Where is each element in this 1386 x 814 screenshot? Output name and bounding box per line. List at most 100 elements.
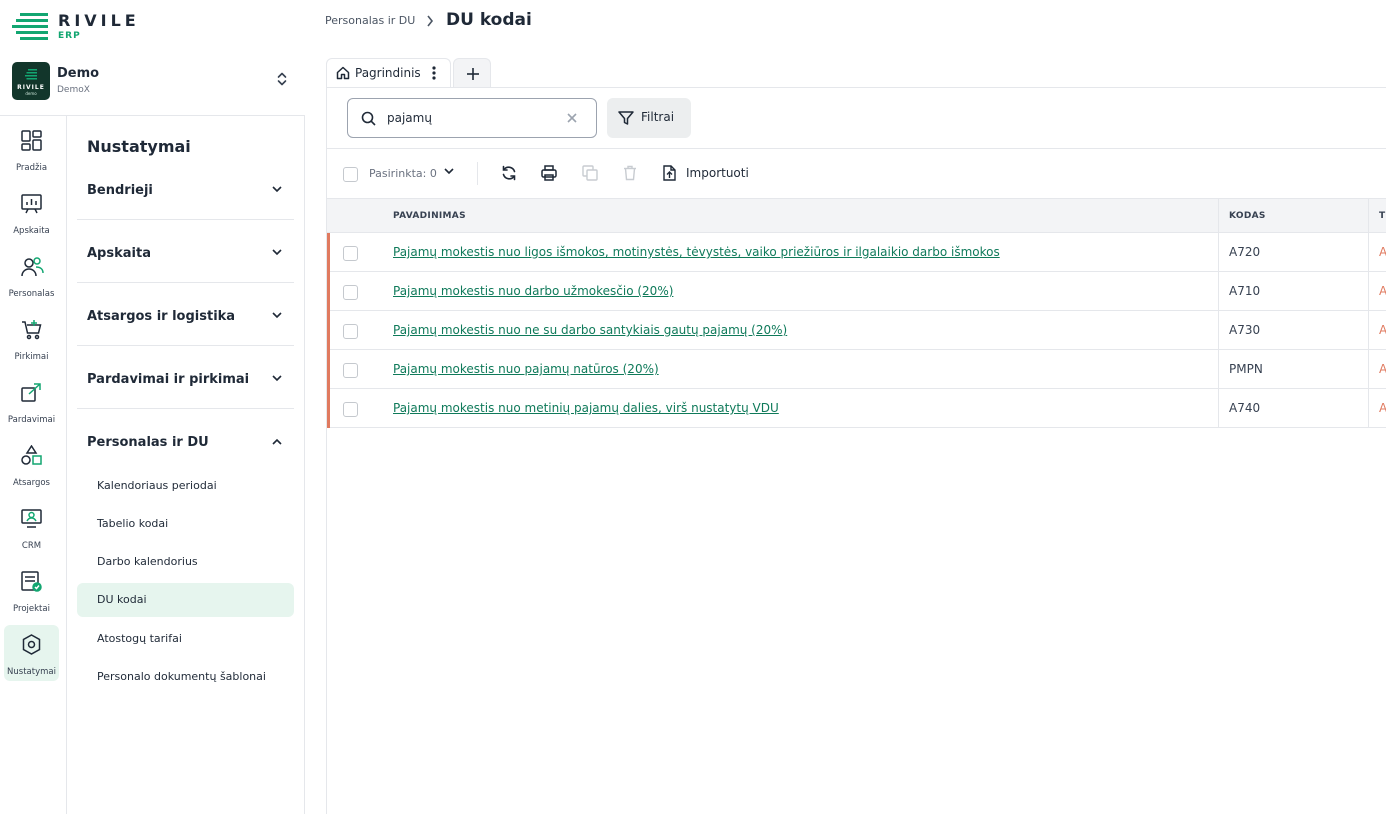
row-checkbox[interactable] xyxy=(343,324,358,339)
row-checkbox[interactable] xyxy=(343,285,358,300)
subitem-personalo-dokumentu-sablonai[interactable]: Personalo dokumentų šablonai xyxy=(77,660,294,694)
rail-item-personalas[interactable]: Personalas xyxy=(4,247,59,303)
row-extra: A xyxy=(1379,323,1386,337)
more-vertical-icon[interactable] xyxy=(432,66,436,80)
import-file-icon[interactable] xyxy=(662,165,677,181)
table-row[interactable]: Pajamų mokestis nuo ligos išmokos, motin… xyxy=(327,233,1386,272)
column-header-kodas[interactable]: KODAS xyxy=(1229,211,1266,221)
table-header: PAVADINIMAS KODAS TI xyxy=(327,198,1386,234)
rivile-logo-icon xyxy=(12,13,48,40)
section-atsargos-ir-logistika[interactable]: Atsargos ir logistika xyxy=(77,283,294,346)
column-divider xyxy=(1218,199,1219,234)
chevron-up-down-icon[interactable] xyxy=(274,71,290,87)
column-header-ti[interactable]: TI xyxy=(1379,211,1386,221)
row-checkbox[interactable] xyxy=(343,363,358,378)
chevron-down-icon xyxy=(272,186,282,193)
subitem-label: Darbo kalendorius xyxy=(97,555,198,568)
column-divider xyxy=(1368,272,1369,311)
search-input[interactable] xyxy=(387,108,557,128)
avatar-text: RIVILE xyxy=(17,84,45,91)
column-divider xyxy=(1218,389,1219,428)
main-content: Filtrai Pasirinkta: 0 Importuoti PAVADIN… xyxy=(326,87,1386,814)
rail-label: Pradžia xyxy=(15,163,48,173)
rail-item-projektai[interactable]: Projektai xyxy=(4,562,59,618)
rail-item-pirkimai[interactable]: Pirkimai xyxy=(4,310,59,366)
select-all-checkbox[interactable] xyxy=(343,167,358,182)
column-divider xyxy=(1368,199,1369,234)
plus-icon xyxy=(467,68,479,80)
row-name-link[interactable]: Pajamų mokestis nuo darbo užmokesčio (20… xyxy=(393,284,673,298)
clear-search-icon[interactable] xyxy=(566,112,578,124)
row-code: A730 xyxy=(1229,323,1261,337)
add-tab-button[interactable] xyxy=(453,58,491,88)
section-apskaita[interactable]: Apskaita xyxy=(77,220,294,283)
subitem-darbo-kalendorius[interactable]: Darbo kalendorius xyxy=(77,545,294,579)
brand-name: RIVILE xyxy=(58,11,140,30)
import-button[interactable]: Importuoti xyxy=(686,166,749,180)
subitem-du-kodai[interactable]: DU kodai xyxy=(77,583,294,617)
rail-item-nustatymai[interactable]: Nustatymai xyxy=(4,625,59,681)
rail-item-atsargos[interactable]: Atsargos xyxy=(4,436,59,492)
column-divider xyxy=(1368,311,1369,350)
table-row[interactable]: Pajamų mokestis nuo darbo užmokesčio (20… xyxy=(327,272,1386,311)
chart-board-icon xyxy=(21,194,42,214)
print-icon[interactable] xyxy=(541,165,557,181)
row-code: A720 xyxy=(1229,245,1261,259)
rail-item-pradzia[interactable]: Pradžia xyxy=(4,121,59,177)
rail-label: Pardavimai xyxy=(7,415,56,425)
table-row[interactable]: Pajamų mokestis nuo metinių pajamų dalie… xyxy=(327,389,1386,428)
subitem-atostogu-tarifai[interactable]: Atostogų tarifai xyxy=(77,622,294,656)
chevron-up-icon xyxy=(272,438,282,445)
people-icon xyxy=(21,257,44,277)
delete-icon[interactable] xyxy=(622,165,638,181)
row-extra: A xyxy=(1379,362,1386,376)
column-divider xyxy=(1368,389,1369,428)
workspace-switcher[interactable]: RIVILE demo Demo DemoX xyxy=(0,55,305,116)
row-code: A710 xyxy=(1229,284,1261,298)
subitem-kalendoriaus-periodai[interactable]: Kalendoriaus periodai xyxy=(77,469,294,503)
row-checkbox[interactable] xyxy=(343,246,358,261)
cart-icon xyxy=(22,320,42,340)
table-row[interactable]: Pajamų mokestis nuo ne su darbo santykia… xyxy=(327,311,1386,350)
section-label: Personalas ir DU xyxy=(87,435,209,450)
rail-item-pardavimai[interactable]: Pardavimai xyxy=(4,373,59,429)
tab-bar: Pagrindinis xyxy=(326,58,1386,88)
table-row[interactable]: Pajamų mokestis nuo pajamų natūros (20%)… xyxy=(327,350,1386,389)
module-rail: Pradžia Apskaita Personalas Pirkimai Par… xyxy=(0,116,67,814)
row-name-link[interactable]: Pajamų mokestis nuo metinių pajamų dalie… xyxy=(393,401,779,415)
row-name-link[interactable]: Pajamų mokestis nuo pajamų natūros (20%) xyxy=(393,362,659,376)
column-header-pavadinimas[interactable]: PAVADINIMAS xyxy=(393,211,466,221)
section-personalas-ir-du[interactable]: Personalas ir DU xyxy=(77,409,294,472)
row-status-accent xyxy=(327,233,330,272)
tab-pagrindinis[interactable]: Pagrindinis xyxy=(326,58,451,88)
column-divider xyxy=(1368,233,1369,272)
filters-button[interactable]: Filtrai xyxy=(607,98,691,138)
selected-count[interactable]: Pasirinkta: 0 xyxy=(369,167,437,180)
chevron-down-icon xyxy=(272,375,282,382)
refresh-icon[interactable] xyxy=(501,165,517,181)
row-name-link[interactable]: Pajamų mokestis nuo ne su darbo santykia… xyxy=(393,323,787,337)
subitem-tabelio-kodai[interactable]: Tabelio kodai xyxy=(77,507,294,541)
column-divider xyxy=(1368,350,1369,389)
column-divider xyxy=(1218,350,1219,389)
copy-icon[interactable] xyxy=(582,165,598,181)
sales-icon xyxy=(21,383,41,402)
shapes-icon xyxy=(21,445,42,465)
subitem-label: DU kodai xyxy=(97,593,147,606)
rail-item-crm[interactable]: CRM xyxy=(4,499,59,555)
workspace-name: Demo xyxy=(57,66,100,81)
section-bendrieji[interactable]: Bendrieji xyxy=(77,157,294,220)
subitem-label: Personalo dokumentų šablonai xyxy=(97,670,266,683)
row-extra: A xyxy=(1379,245,1386,259)
row-status-accent xyxy=(327,311,330,350)
chevron-right-icon xyxy=(427,15,434,27)
rail-label: Nustatymai xyxy=(7,667,56,677)
section-pardavimai-ir-pirkimai[interactable]: Pardavimai ir pirkimai xyxy=(77,346,294,409)
tab-label: Pagrindinis xyxy=(355,66,421,80)
breadcrumb-parent[interactable]: Personalas ir DU xyxy=(325,14,415,27)
section-label: Atsargos ir logistika xyxy=(87,309,236,324)
rail-item-apskaita[interactable]: Apskaita xyxy=(4,184,59,240)
chevron-down-icon[interactable] xyxy=(444,168,454,175)
row-name-link[interactable]: Pajamų mokestis nuo ligos išmokos, motin… xyxy=(393,245,1000,259)
row-checkbox[interactable] xyxy=(343,402,358,417)
